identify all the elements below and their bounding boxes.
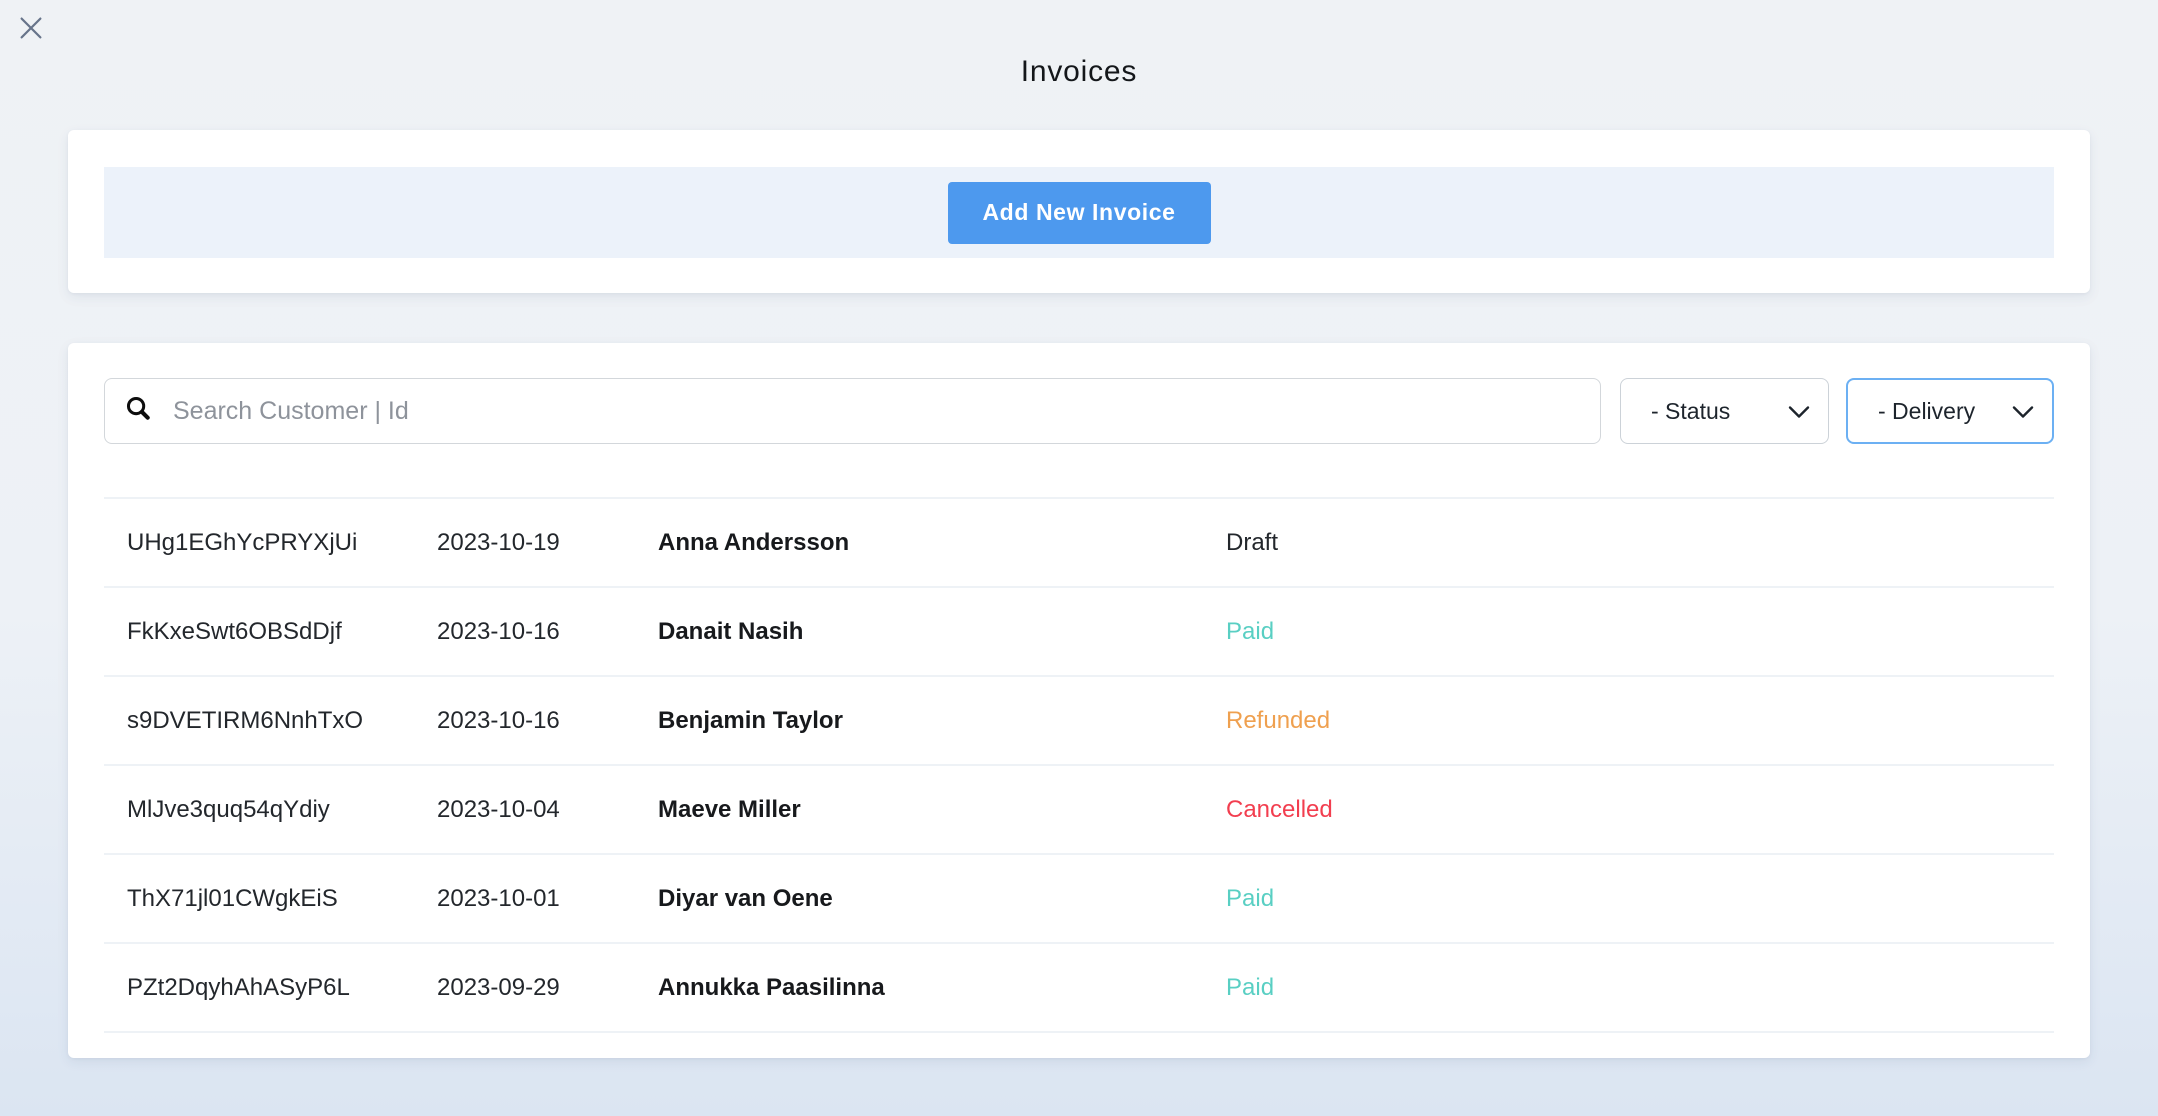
search-box[interactable]: [104, 378, 1601, 444]
invoice-table: UHg1EGhYcPRYXjUi 2023-10-19 Anna Anderss…: [104, 497, 2054, 1033]
search-icon: [124, 394, 153, 428]
table-row[interactable]: PZt2DqyhAhASyP6L 2023-09-29 Annukka Paas…: [104, 942, 2054, 1031]
status-badge: Draft: [1226, 529, 2054, 557]
invoice-date: 2023-10-16: [437, 618, 658, 646]
add-new-invoice-button[interactable]: Add New Invoice: [948, 182, 1211, 244]
invoices-page: { "window": { "close_icon": "x-close" },…: [0, 0, 2158, 1116]
customer-name: Diyar van Oene: [658, 885, 1226, 913]
customer-name: Maeve Miller: [658, 796, 1226, 824]
table-row[interactable]: MlJve3quq54qYdiy 2023-10-04 Maeve Miller…: [104, 764, 2054, 853]
close-button[interactable]: [15, 13, 47, 45]
invoice-id: PZt2DqyhAhASyP6L: [127, 974, 437, 1002]
status-select-value: - Status: [1651, 398, 1730, 425]
filter-row: - Status - Delivery: [104, 378, 2054, 444]
chevron-down-icon: [2012, 398, 2034, 425]
invoice-date: 2023-10-01: [437, 885, 658, 913]
delivery-select[interactable]: - Delivery: [1846, 378, 2054, 444]
invoice-id: UHg1EGhYcPRYXjUi: [127, 529, 437, 557]
status-badge: Paid: [1226, 974, 2054, 1002]
table-row[interactable]: ThX71jl01CWgkEiS 2023-10-01 Diyar van Oe…: [104, 853, 2054, 942]
invoice-id: ThX71jl01CWgkEiS: [127, 885, 437, 913]
toolbar-band: Add New Invoice: [104, 167, 2054, 258]
table-row[interactable]: UHg1EGhYcPRYXjUi 2023-10-19 Anna Anderss…: [104, 497, 2054, 586]
invoice-date: 2023-10-16: [437, 707, 658, 735]
invoice-id: MlJve3quq54qYdiy: [127, 796, 437, 824]
invoice-date: 2023-10-04: [437, 796, 658, 824]
status-badge: Paid: [1226, 885, 2054, 913]
invoice-id: FkKxeSwt6OBSdDjf: [127, 618, 437, 646]
invoice-date: 2023-10-19: [437, 529, 658, 557]
toolbar-card: Add New Invoice: [68, 130, 2090, 293]
table-row[interactable]: s9DVETIRM6NnhTxO 2023-10-16 Benjamin Tay…: [104, 675, 2054, 764]
status-badge: Cancelled: [1226, 796, 2054, 824]
invoices-card: - Status - Delivery UHg1EGhYcPRYXjUi 202…: [68, 343, 2090, 1058]
close-icon: [16, 31, 46, 46]
status-badge: Refunded: [1226, 707, 2054, 735]
customer-name: Danait Nasih: [658, 618, 1226, 646]
customer-name: Anna Andersson: [658, 529, 1226, 557]
status-select[interactable]: - Status: [1620, 378, 1829, 444]
invoice-id: s9DVETIRM6NnhTxO: [127, 707, 437, 735]
page-title: Invoices: [0, 55, 2158, 89]
table-row[interactable]: FkKxeSwt6OBSdDjf 2023-10-16 Danait Nasih…: [104, 586, 2054, 675]
status-badge: Paid: [1226, 618, 2054, 646]
delivery-select-value: - Delivery: [1878, 398, 1975, 425]
customer-name: Annukka Paasilinna: [658, 974, 1226, 1002]
chevron-down-icon: [1788, 398, 1810, 425]
search-input[interactable]: [173, 397, 1600, 426]
invoice-date: 2023-09-29: [437, 974, 658, 1002]
customer-name: Benjamin Taylor: [658, 707, 1226, 735]
